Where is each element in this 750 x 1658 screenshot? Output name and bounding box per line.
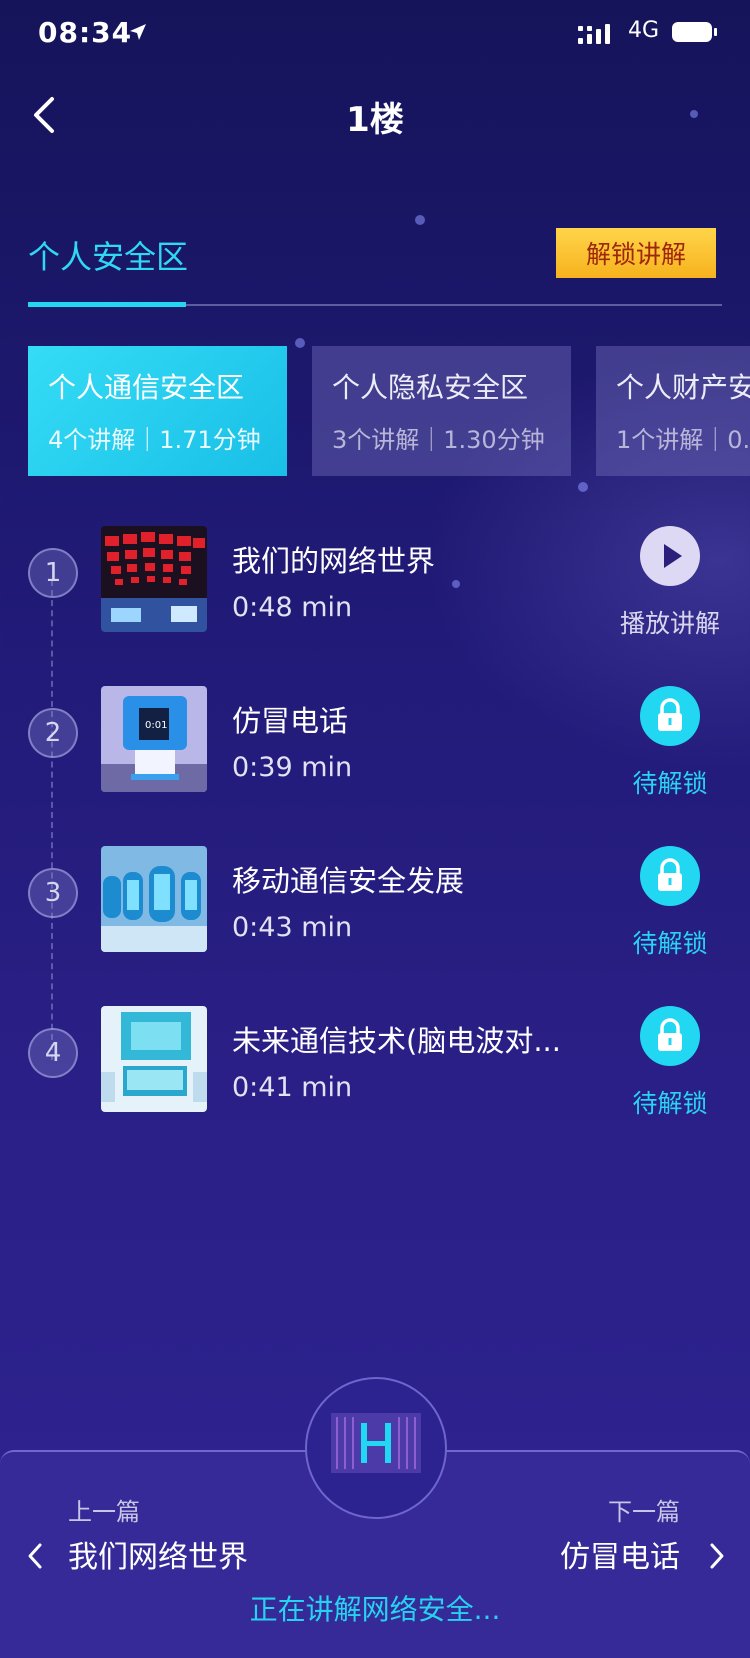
lecture-item[interactable]: 1 我们的网络世界 0:48 min 播放讲解: [0, 526, 750, 638]
lock-icon[interactable]: [640, 686, 700, 746]
lecture-thumbnail: 0:01: [101, 686, 207, 792]
lecture-index: 4: [28, 1028, 78, 1078]
zone-card-name: 个人隐私安全区: [332, 371, 529, 404]
locked-label: 待解锁: [632, 769, 708, 798]
museum-logo[interactable]: [305, 1377, 447, 1519]
lecture-title: 移动通信安全发展: [232, 864, 465, 898]
tab-personal-security[interactable]: 个人安全区: [28, 232, 188, 278]
network-type: 4G: [628, 18, 660, 43]
next-lecture-title[interactable]: 仿冒电话: [560, 1532, 680, 1576]
lock-icon[interactable]: [640, 846, 700, 906]
zone-card-privacy[interactable]: 个人隐私安全区 3个讲解｜1.30分钟: [312, 346, 571, 476]
play-lecture-label[interactable]: 播放讲解: [600, 604, 740, 640]
zone-card-meta: 3个讲解｜1.30分钟: [332, 426, 545, 454]
timeline-line: [51, 580, 53, 1060]
battery-icon: [672, 22, 717, 42]
background-star: [415, 215, 425, 225]
previous-lecture-title[interactable]: 我们网络世界: [68, 1532, 248, 1576]
status-bar: 08:34 4G: [0, 0, 750, 70]
play-icon[interactable]: [640, 526, 700, 586]
lecture-thumbnail: [101, 846, 207, 952]
background-star: [578, 482, 588, 492]
lecture-title: 未来通信技术(脑电波对...: [232, 1024, 561, 1058]
zone-card-list: 个人通信安全区 4个讲解｜1.71分钟 个人隐私安全区 3个讲解｜1.30分钟 …: [28, 346, 750, 478]
lecture-index: 2: [28, 708, 78, 758]
lecture-index: 1: [28, 548, 78, 598]
location-arrow-icon: [130, 24, 146, 40]
tab-active-indicator: [28, 302, 186, 307]
signal-icon: [578, 24, 610, 44]
zone-card-name: 个人财产安全区: [616, 371, 750, 404]
locked-label: 待解锁: [632, 929, 708, 958]
zone-card-meta: 4个讲解｜1.71分钟: [48, 426, 261, 454]
lecture-title: 仿冒电话: [232, 704, 349, 738]
zone-card-property[interactable]: 个人财产安全区 1个讲解｜0.: [596, 346, 750, 476]
zone-card-name: 个人通信安全区: [48, 371, 245, 404]
svg-text:0:01: 0:01: [145, 720, 167, 731]
page-title: 1楼: [346, 100, 404, 140]
lecture-item[interactable]: 4 未来通信技术(脑电波对... 0:41 min 待解锁: [0, 1006, 750, 1118]
lecture-thumbnail: [101, 1006, 207, 1112]
status-time: 08:34: [38, 16, 133, 49]
previous-caption: 上一篇: [68, 1498, 140, 1526]
lecture-duration: 0:43 min: [232, 912, 353, 943]
lecture-item[interactable]: 3 移动通信安全发展 0:43 min 待解锁: [0, 846, 750, 958]
lecture-duration: 0:39 min: [232, 752, 353, 783]
now-playing-text: 正在讲解网络安全...: [249, 1593, 501, 1626]
lecture-duration: 0:48 min: [232, 592, 353, 623]
next-caption: 下一篇: [608, 1498, 680, 1526]
previous-arrow-icon[interactable]: [26, 1542, 44, 1570]
lecture-thumbnail: [101, 526, 207, 632]
next-arrow-icon[interactable]: [708, 1542, 726, 1570]
lecture-duration: 0:41 min: [232, 1072, 353, 1103]
unlock-lectures-button[interactable]: 解锁讲解: [556, 228, 716, 278]
lecture-item[interactable]: 2 0:01 仿冒电话 0:39 min 待解锁: [0, 686, 750, 798]
lock-icon[interactable]: [640, 1006, 700, 1066]
locked-label: 待解锁: [632, 1089, 708, 1118]
lecture-index: 3: [28, 868, 78, 918]
zone-card-communication[interactable]: 个人通信安全区 4个讲解｜1.71分钟: [28, 346, 287, 476]
lecture-title: 我们的网络世界: [232, 544, 436, 578]
zone-card-meta: 1个讲解｜0.: [616, 426, 750, 454]
